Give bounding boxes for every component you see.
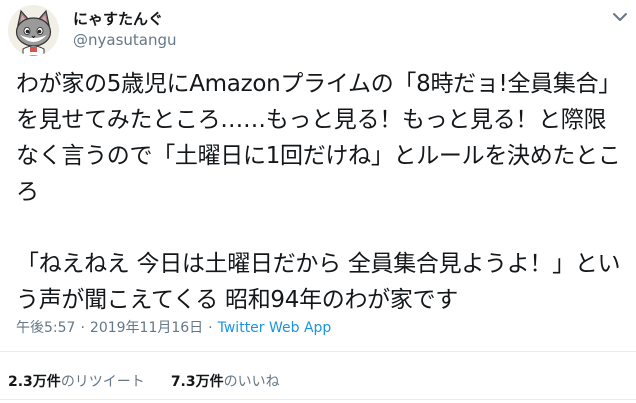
tweet-text: わが家の5歳児にAmazonプライムの「8時だョ!全員集合」を見せてみたところ…… (16, 71, 621, 313)
tweet-date[interactable]: 2019年11月16日 (90, 320, 203, 336)
gray-cat-avatar-icon (15, 9, 52, 56)
user-handle[interactable]: @nyasutangu (73, 31, 177, 49)
meta-separator: · (80, 320, 85, 336)
tweet-menu-button[interactable] (612, 8, 628, 21)
likes-label: のいいね (223, 374, 280, 390)
divider (0, 399, 636, 400)
display-name[interactable]: にゃすたんぐ (73, 8, 163, 29)
retweets-label: のリツイート (60, 374, 145, 390)
retweets-stat[interactable]: 2.3万件のリツイート (8, 374, 145, 390)
likes-count: 7.3万件 (170, 374, 224, 390)
meta-separator: · (208, 320, 213, 336)
tweet-stats: 2.3万件のリツイート 7.3万件のいいね (8, 371, 306, 391)
tweet-meta: 午後5:57 · 2019年11月16日 · Twitter Web App (16, 317, 331, 337)
avatar[interactable] (8, 5, 59, 56)
tweet-card: にゃすたんぐ @nyasutangu わが家の5歳児にAmazonプライムの「8… (0, 0, 636, 403)
chevron-down-icon (613, 13, 627, 21)
divider (0, 351, 636, 352)
likes-stat[interactable]: 7.3万件のいいね (171, 374, 280, 390)
tweet-time[interactable]: 午後5:57 (16, 320, 75, 336)
tweet-source-link[interactable]: Twitter Web App (218, 320, 332, 336)
retweets-count: 2.3万件 (8, 374, 61, 390)
